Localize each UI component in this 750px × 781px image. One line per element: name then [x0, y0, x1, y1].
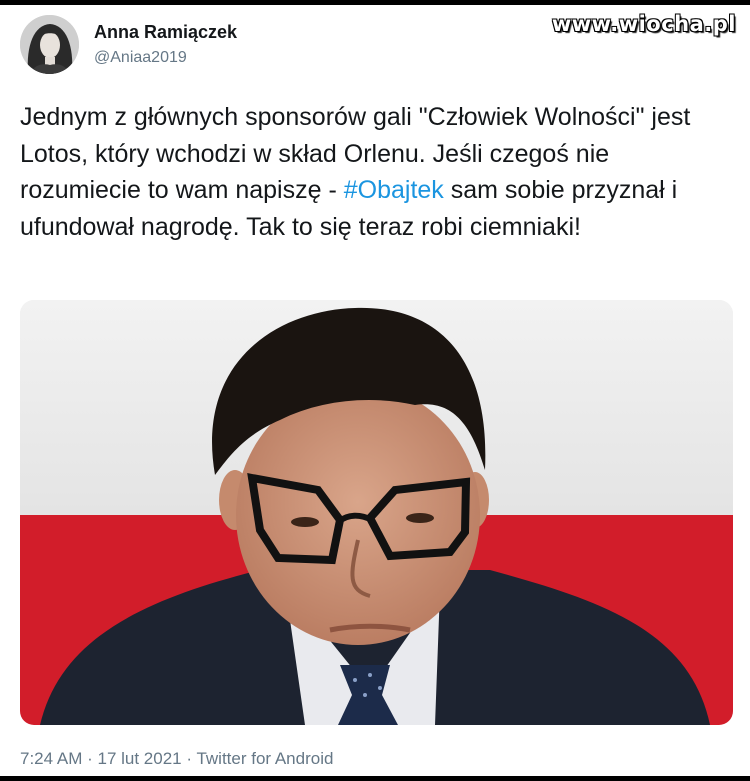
- avatar-image: [20, 15, 79, 74]
- site-watermark: www.wiocha.pl: [551, 12, 736, 36]
- author-handle[interactable]: @Aniaa2019: [94, 49, 187, 67]
- meta-separator: ·: [82, 749, 98, 768]
- top-border: [0, 0, 750, 5]
- photo-man-with-glasses: [20, 300, 733, 725]
- bottom-border: [0, 776, 750, 781]
- tweet-source[interactable]: Twitter for Android: [196, 749, 333, 768]
- meta-separator: ·: [181, 749, 197, 768]
- tweet-date[interactable]: 17 lut 2021: [97, 749, 181, 768]
- hashtag-link[interactable]: #Obajtek: [344, 176, 444, 204]
- tweet-time[interactable]: 7:24 AM: [20, 749, 82, 768]
- avatar[interactable]: [20, 15, 79, 74]
- tweet-meta: 7:24 AM · 17 lut 2021 · Twitter for Andr…: [20, 749, 333, 769]
- tweet-photo[interactable]: [20, 300, 733, 725]
- tweet-text: Jednym z głównych sponsorów gali "Człowi…: [20, 99, 730, 245]
- author-name[interactable]: Anna Ramiączek: [94, 22, 237, 43]
